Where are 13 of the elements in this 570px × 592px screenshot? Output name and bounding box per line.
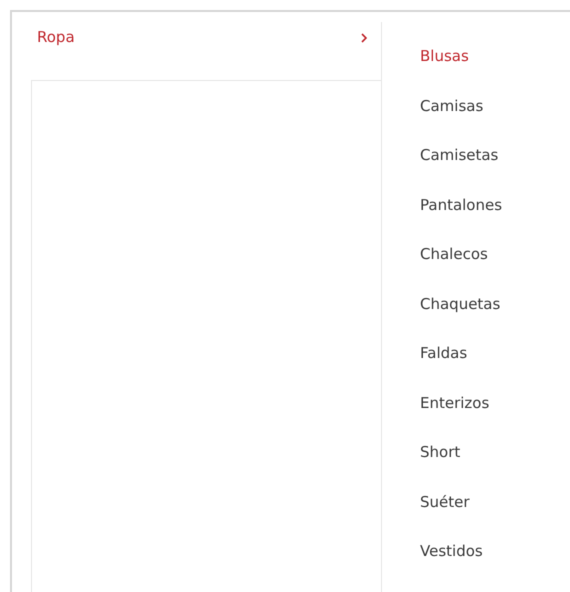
subcategory-link[interactable]: Camisetas bbox=[420, 146, 498, 164]
subcategory-link[interactable]: Chaquetas bbox=[420, 294, 500, 313]
subcategory-link[interactable]: Short bbox=[420, 443, 460, 462]
subcategory-link[interactable]: Vestidos bbox=[420, 542, 483, 560]
subcategory-link[interactable]: Pantalones bbox=[420, 196, 502, 214]
subcategory-link[interactable]: Blusas bbox=[420, 47, 469, 65]
subcategory-link[interactable]: Camisas bbox=[420, 96, 484, 115]
chevron-right-icon bbox=[361, 33, 367, 43]
subcategory-link[interactable]: Faldas bbox=[420, 344, 468, 362]
subcategory-link[interactable]: Enterizos bbox=[420, 394, 490, 412]
category-item[interactable]: Ropa bbox=[31, 22, 381, 80]
subcategory-link[interactable]: Suéter bbox=[420, 492, 470, 511]
subcategory-link[interactable]: Chalecos bbox=[420, 245, 488, 264]
